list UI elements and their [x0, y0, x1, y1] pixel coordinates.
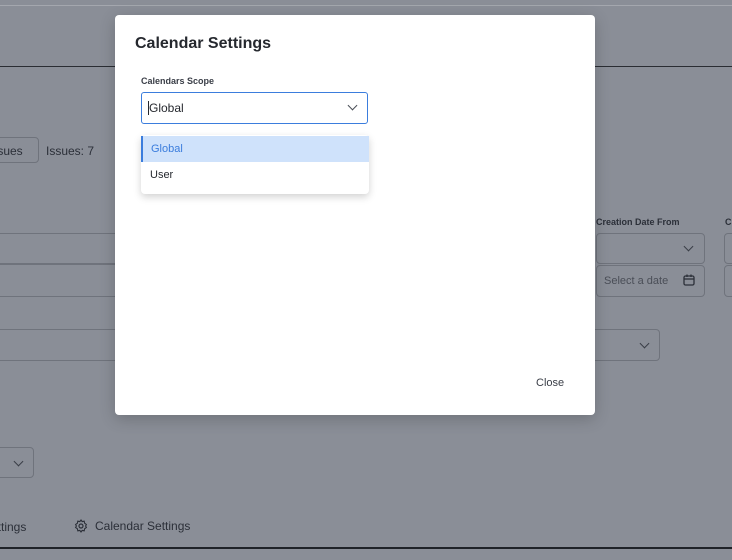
calendar-icon: [683, 274, 695, 286]
creation-date-from-select[interactable]: [596, 233, 705, 264]
tab-settings[interactable]: Settings: [0, 520, 26, 534]
scope-label: Calendars Scope: [141, 76, 215, 86]
filter-input[interactable]: [0, 233, 120, 264]
divider: [0, 547, 732, 549]
tab-calendar-settings[interactable]: Calendar Settings: [74, 519, 190, 533]
modal-title: Calendar Settings: [135, 35, 272, 52]
issues-count: Issues: 7: [46, 144, 95, 158]
date-placeholder: Select a date: [604, 275, 669, 287]
issues-button-label: Issues: [0, 144, 23, 158]
small-select[interactable]: [0, 447, 34, 478]
option-user[interactable]: User: [141, 162, 369, 188]
creation-date-to-select[interactable]: [724, 233, 732, 264]
chevron-down-icon: [683, 241, 694, 252]
creation-date-to-input[interactable]: [724, 265, 732, 297]
close-button[interactable]: Close: [536, 377, 564, 389]
scope-select[interactable]: Global: [141, 92, 368, 124]
option-global[interactable]: Global: [141, 136, 369, 162]
chevron-down-icon: [347, 100, 358, 111]
issues-button[interactable]: Issues: [0, 137, 39, 163]
divider: [0, 5, 732, 6]
chevron-down-icon: [13, 456, 24, 467]
filter-input[interactable]: [0, 264, 120, 297]
scope-value: Global: [148, 101, 184, 115]
creation-date-from-input[interactable]: Select a date: [596, 265, 705, 297]
chevron-down-icon: [639, 338, 650, 349]
tab-label: Calendar Settings: [95, 519, 191, 533]
creation-date-from-label: Creation Date From: [596, 217, 680, 227]
gear-icon: [74, 519, 88, 533]
scope-dropdown: Global User: [141, 135, 369, 194]
calendar-settings-modal: Calendar Settings Calendars Scope Global…: [115, 15, 595, 415]
creation-date-to-label: C: [725, 217, 732, 227]
